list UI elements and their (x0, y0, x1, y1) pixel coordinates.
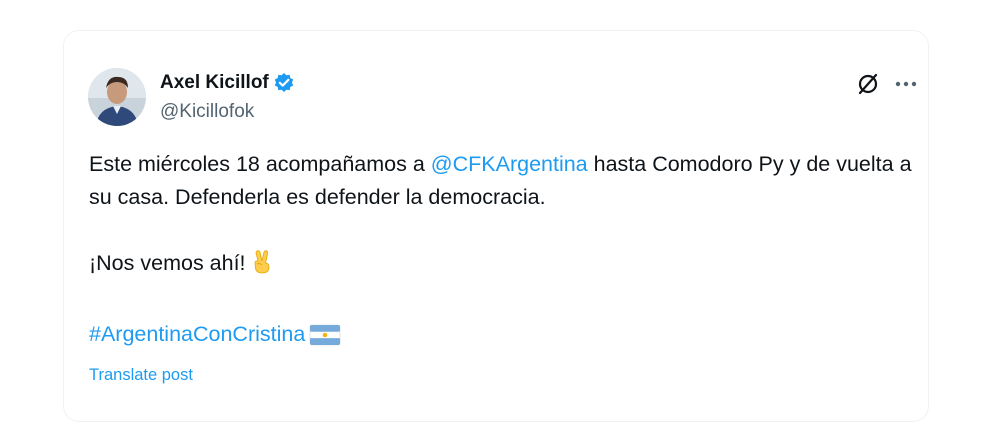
hashtag-link[interactable]: #ArgentinaConCristina (89, 322, 305, 346)
author-handle[interactable]: @Kicillofok (160, 101, 254, 123)
avatar[interactable] (88, 68, 146, 126)
author-display-name[interactable]: Axel Kicillof (160, 72, 269, 94)
more-options-icon[interactable] (892, 70, 920, 98)
grok-icon[interactable] (854, 70, 882, 98)
translate-post-link[interactable]: Translate post (89, 366, 193, 385)
tweet-paragraph-3: #ArgentinaConCristina (89, 318, 919, 356)
verified-badge-icon (273, 72, 295, 94)
tweet-text-segment: Este miércoles 18 acompañamos a (89, 152, 431, 176)
tweet-paragraph-1: Este miércoles 18 acompañamos a @CFKArge… (89, 148, 919, 214)
argentina-flag-emoji (309, 323, 341, 356)
author-name-row: Axel Kicillof (160, 70, 295, 96)
victory-hand-emoji (250, 249, 274, 285)
mention-link[interactable]: @CFKArgentina (431, 152, 588, 176)
tweet-paragraph-2: ¡Nos vemos ahí! (89, 247, 919, 285)
tweet-text-segment: ¡Nos vemos ahí! (89, 251, 246, 275)
tweet-text: Este miércoles 18 acompañamos a @CFKArge… (89, 148, 919, 356)
